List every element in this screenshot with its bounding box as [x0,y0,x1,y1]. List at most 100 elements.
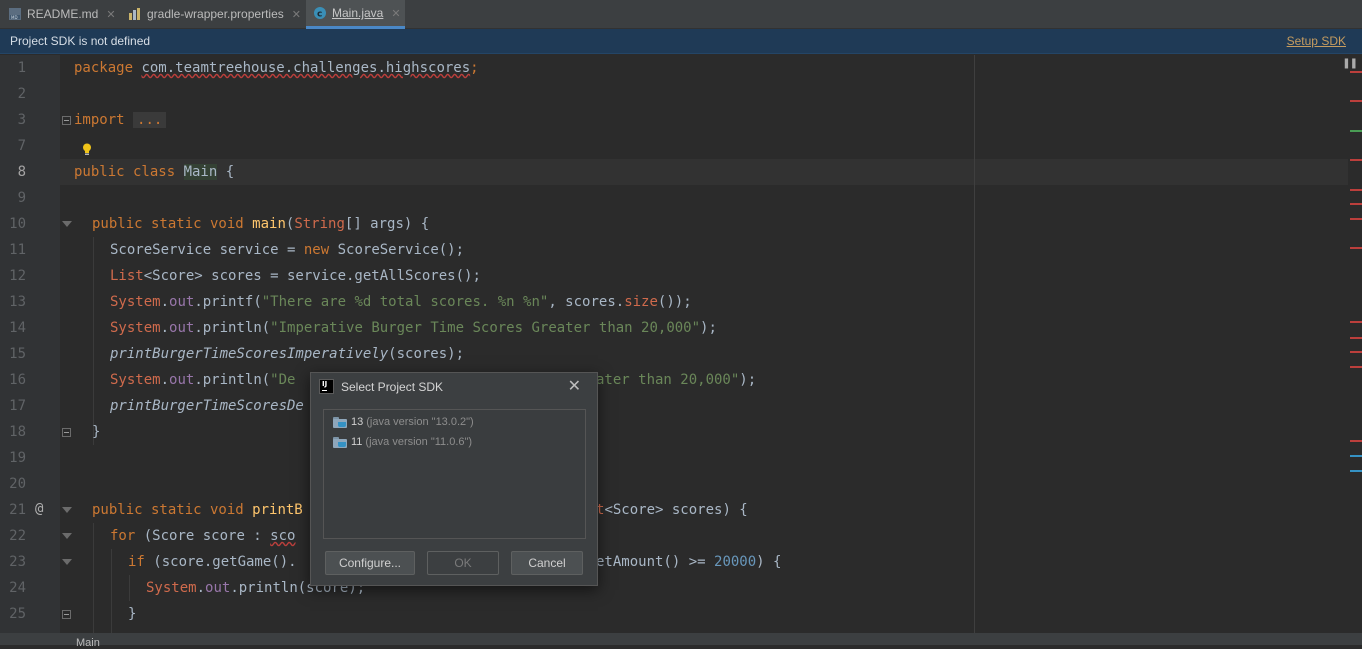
error-marker[interactable] [1350,321,1362,323]
line-number: 17 [9,398,26,414]
indent-guide [129,575,130,601]
pause-icon[interactable]: ❚❚ [1342,58,1358,69]
code-line: if (score.getGame(). [128,554,297,570]
error-stripe-scrollbar[interactable] [1348,55,1362,633]
error-marker[interactable] [1350,337,1362,339]
fold-collapse-icon[interactable] [62,559,72,565]
tab-label: gradle-wrapper.properties [147,7,284,21]
list-item[interactable]: 13 (java version "13.0.2") [333,413,474,431]
markdown-file-icon: MD [8,7,22,21]
code-line: etAmount() >= 20000) { [596,554,782,570]
tab-gradle-wrapper[interactable]: gradle-wrapper.properties ✕ [128,0,301,28]
error-marker[interactable] [1350,351,1362,353]
code-line: } [92,424,101,440]
line-number: 14 [9,320,26,336]
line-number: 15 [9,346,26,362]
code-line: List<Score> scores = service.getAllScore… [110,268,481,284]
right-margin-guide [974,55,975,633]
line-number: 3 [17,112,26,128]
svg-text:MD: MD [11,15,18,20]
line-number: 9 [17,190,26,206]
java-class-icon: c [313,6,327,20]
cancel-button[interactable]: Cancel [511,551,583,575]
line-number: 8 [17,164,26,180]
indent-guide [93,523,94,633]
properties-file-icon [128,7,142,21]
code-line: public static void main(String[] args) { [92,216,430,232]
code-line: public static void printB [92,502,303,518]
jdk-folder-icon [333,416,347,428]
sdk-list[interactable]: 13 (java version "13.0.2") 11 (java vers… [323,409,586,539]
configure-button[interactable]: Configure... [325,551,415,575]
line-number: 13 [9,294,26,310]
error-marker[interactable] [1350,440,1362,442]
line-number: 20 [9,476,26,492]
lightbulb-icon[interactable] [82,143,92,156]
tab-readme[interactable]: MD README.md ✕ [8,0,116,28]
fold-end-icon[interactable] [62,610,71,619]
close-icon[interactable]: ✕ [292,8,301,21]
info-marker[interactable] [1350,470,1362,472]
error-marker[interactable] [1350,203,1362,205]
code-line: ScoreService service = new ScoreService(… [110,242,465,258]
error-marker[interactable] [1350,159,1362,161]
breadcrumb[interactable]: Main [76,637,100,649]
error-marker[interactable] [1350,189,1362,191]
line-number: 12 [9,268,26,284]
editor-tab-bar: MD README.md ✕ gradle-wrapper.properties… [0,0,1362,29]
line-number: 22 [9,528,26,544]
svg-text:c: c [317,10,322,20]
code-editor[interactable]: 1 2 3 7 8 9 10 11 12 13 14 15 16 17 18 1… [0,55,1362,633]
ok-button[interactable]: OK [427,551,499,575]
error-marker[interactable] [1350,71,1362,73]
line-number: 16 [9,372,26,388]
line-number: 18 [9,424,26,440]
info-marker[interactable] [1350,455,1362,457]
close-icon[interactable]: ✕ [568,376,581,395]
fold-expand-icon[interactable] [62,116,71,125]
close-icon[interactable]: ✕ [106,8,115,21]
code-line: System.out.println("De [110,372,296,388]
code-line: ater than 20,000"); [596,372,757,388]
folded-imports[interactable]: ... [133,112,167,128]
error-marker[interactable] [1350,218,1362,220]
tab-main-java[interactable]: c Main.java ✕ [306,0,405,29]
select-project-sdk-dialog: IJ Select Project SDK ✕ 13 (java version… [310,372,598,586]
list-item[interactable]: 11 (java version "11.0.6") [333,433,472,451]
code-line: System.out.println("Imperative Burger Ti… [110,320,717,336]
fold-end-icon[interactable] [62,428,71,437]
line-number: 7 [17,138,26,154]
error-marker[interactable] [1350,366,1362,368]
line-number: 23 [9,554,26,570]
line-number: 19 [9,450,26,466]
jdk-folder-icon [333,436,347,448]
code-line: } [128,606,137,622]
indent-guide [111,549,112,633]
line-gutter[interactable]: 1 2 3 7 8 9 10 11 12 13 14 15 16 17 18 1… [0,55,60,633]
banner-message: Project SDK is not defined [10,34,151,48]
code-line: package com.teamtreehouse.challenges.hig… [74,60,479,76]
fold-collapse-icon[interactable] [62,533,72,539]
error-marker[interactable] [1350,247,1362,249]
close-icon[interactable]: ✕ [391,7,400,20]
sdk-warning-banner: Project SDK is not defined Setup SDK [0,29,1362,54]
tab-label: Main.java [332,6,384,20]
code-line: import ... [74,107,167,133]
code-line: public class Main { [74,164,235,180]
line-number: 21 [9,502,26,518]
warning-marker[interactable] [1350,130,1362,132]
current-line-highlight [60,159,1348,185]
override-marker-icon[interactable]: @ [35,501,43,517]
indent-guide [93,237,94,445]
line-number: 1 [17,60,26,76]
error-marker[interactable] [1350,100,1362,102]
code-line: for (Score score : sco [110,528,296,544]
line-number: 10 [9,216,26,232]
setup-sdk-link[interactable]: Setup SDK [1287,34,1346,48]
fold-collapse-icon[interactable] [62,507,72,513]
tab-label: README.md [27,7,99,21]
code-line: t<Score> scores) { [596,502,748,518]
breadcrumb-bar: Main [0,633,1362,649]
fold-collapse-icon[interactable] [62,221,72,227]
intellij-logo-icon: IJ [319,379,334,394]
